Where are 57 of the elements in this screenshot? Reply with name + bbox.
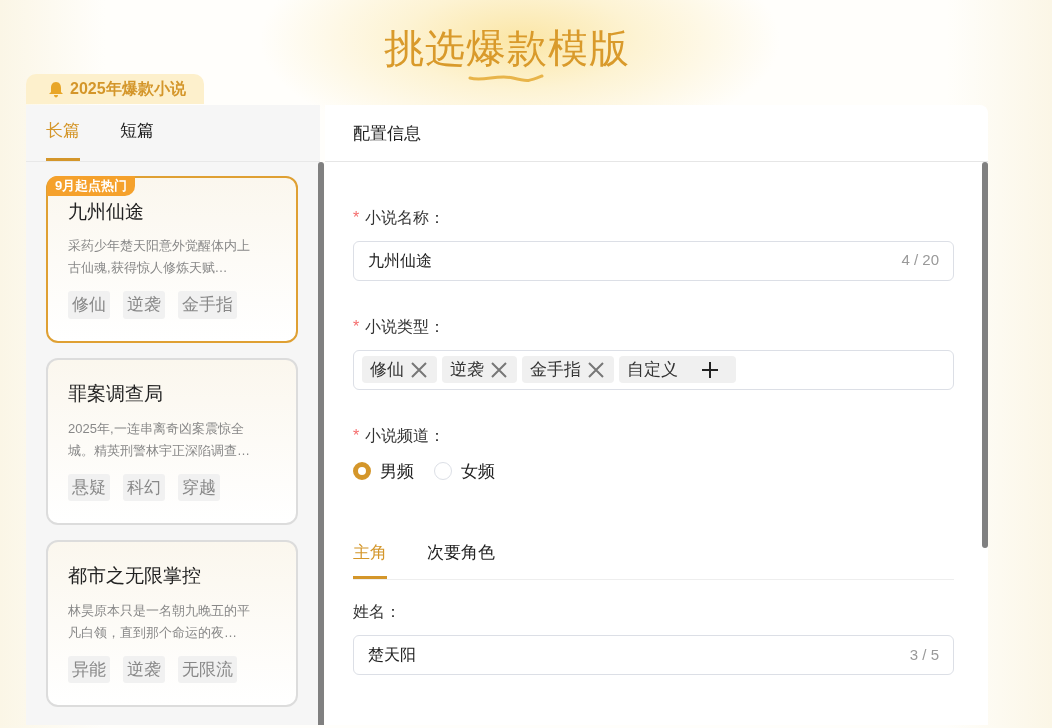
plus-icon (700, 359, 720, 380)
required-mark: * (353, 316, 360, 337)
tag-chip[interactable]: 修仙 (362, 355, 437, 384)
field-label: 小说名称： (365, 207, 446, 228)
novel-description: 林昊原本只是一名朝九晚五的平凡白领，直到那个命运的夜… (68, 601, 250, 642)
scrollbar[interactable] (318, 161, 324, 725)
tab[interactable]: 短篇 (120, 104, 154, 161)
novel-description: 采药少年楚天阳意外觉醒体内上古仙魂,获得惊人修炼天赋… (68, 237, 250, 278)
chip-label: 金手指 (530, 358, 581, 381)
input-field[interactable]: 楚天阳 3 / 5 (353, 635, 954, 675)
tag-input-field[interactable]: 修仙 逆袭 金手指 自定义 (353, 349, 954, 390)
radio-label[interactable]: 男频 (380, 458, 414, 484)
chip-label: 修仙 (370, 358, 404, 381)
genre-tag: 异能 (68, 655, 110, 684)
input-field[interactable]: 九州仙途 4 / 20 (353, 240, 954, 281)
genre-tag: 金手指 (178, 291, 237, 319)
genre-tag: 悬疑 (68, 473, 110, 502)
genre-tag: 逆袭 (123, 655, 165, 684)
close-icon[interactable] (409, 359, 429, 380)
required-mark: * (353, 207, 360, 228)
genre-tag: 无限流 (178, 655, 237, 684)
char-counter: 3 / 5 (909, 644, 939, 665)
bell-icon (48, 80, 64, 98)
chip-label: 逆袭 (450, 358, 484, 381)
genre-tag: 逆袭 (123, 291, 165, 319)
field-label: 小说类型： (365, 316, 446, 337)
tag-chip[interactable]: 金手指 (522, 355, 614, 384)
novel-title: 罪案调查局 (68, 382, 164, 406)
char-counter: 4 / 20 (901, 250, 939, 271)
field-value: 九州仙途 (368, 250, 432, 271)
novel-card[interactable]: 9月起点热门 九州仙途 采药少年楚天阳意外觉醒体内上古仙魂,获得惊人修炼天赋… 修仙 逆袭 金手指 (46, 175, 298, 343)
tab[interactable]: 次要角色 (427, 530, 495, 579)
ribbon-label: 9月起点热门 (47, 175, 136, 196)
radio-label[interactable]: 女频 (461, 458, 495, 484)
novel-description: 2025年,一连串离奇凶案震惊全城。精英刑警林宇正深陷调查… (68, 419, 250, 460)
field-value: 楚天阳 (368, 645, 416, 665)
novel-card[interactable]: 都市之无限掌控 林昊原本只是一名朝九晚五的平凡白领，直到那个命运的夜… 异能 逆袭 无限流 (46, 540, 298, 708)
genre-tag: 修仙 (68, 291, 110, 319)
scrollbar[interactable] (982, 161, 988, 548)
field-label: 小说频道： (365, 425, 446, 446)
close-icon[interactable] (489, 359, 509, 380)
genre-tag: 科幻 (123, 473, 165, 502)
tag-chip[interactable]: 逆袭 (442, 355, 517, 384)
novel-title: 都市之无限掌控 (68, 565, 202, 588)
close-icon[interactable] (586, 359, 606, 380)
radio-button[interactable] (353, 462, 371, 481)
button-label: 自定义 (627, 358, 678, 381)
genre-tag: 穿越 (178, 473, 220, 502)
page-title: 挑选爆款模版 (384, 25, 630, 72)
novel-title: 九州仙途 (68, 200, 145, 224)
panel-title: 配置信息 (325, 104, 988, 162)
badge-text: 2025年爆款小说 (70, 79, 186, 99)
novel-card[interactable]: 罪案调查局 2025年,一连串离奇凶案震惊全城。精英刑警林宇正深陷调查… 悬疑 科幻 穿越 (46, 357, 298, 526)
underline-squiggle-icon (468, 72, 544, 84)
field-label: 姓名： (353, 602, 401, 622)
required-mark: * (353, 425, 360, 446)
add-tag-button[interactable]: 自定义 (619, 355, 736, 384)
